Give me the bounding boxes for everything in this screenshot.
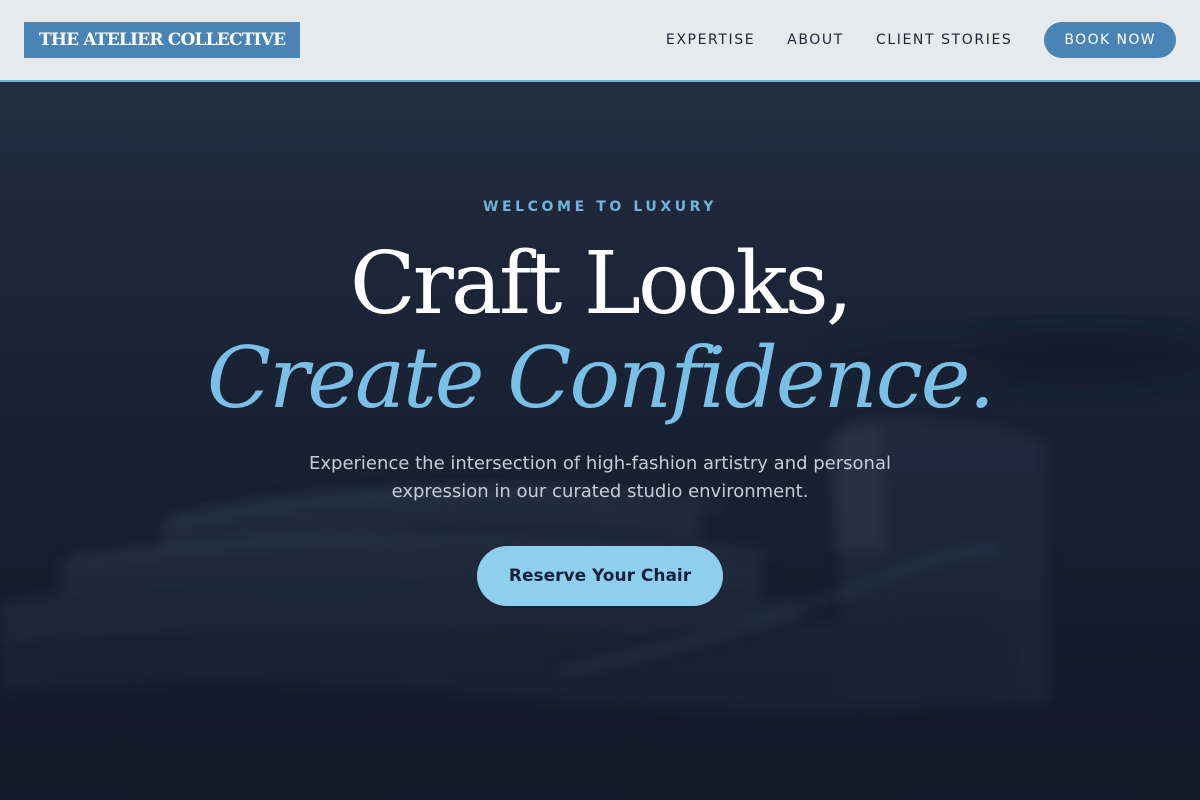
site-header: THE ATELIER COLLECTIVE EXPERTISE ABOUT C…: [0, 0, 1200, 82]
hero-section: WELCOME TO LUXURY Craft Looks, Create Co…: [0, 82, 1200, 800]
hero-headline-line1: Craft Looks,: [349, 234, 853, 334]
nav-link-about[interactable]: ABOUT: [787, 32, 844, 48]
hero-eyebrow: WELCOME TO LUXURY: [482, 199, 718, 215]
site-logo[interactable]: THE ATELIER COLLECTIVE: [24, 22, 301, 58]
nav-link-expertise[interactable]: EXPERTISE: [666, 32, 755, 48]
book-now-button[interactable]: BOOK NOW: [1044, 22, 1176, 58]
hero-headline-line2: Create Confidence.: [206, 329, 995, 427]
main-nav: EXPERTISE ABOUT CLIENT STORIES BOOK NOW: [666, 22, 1176, 58]
nav-link-client-stories[interactable]: CLIENT STORIES: [876, 32, 1012, 48]
hero-subtitle: Experience the intersection of high-fash…: [309, 453, 891, 502]
reserve-chair-button[interactable]: Reserve Your Chair: [477, 546, 723, 606]
hero-content: WELCOME TO LUXURY Craft Looks, Create Co…: [0, 82, 1200, 800]
